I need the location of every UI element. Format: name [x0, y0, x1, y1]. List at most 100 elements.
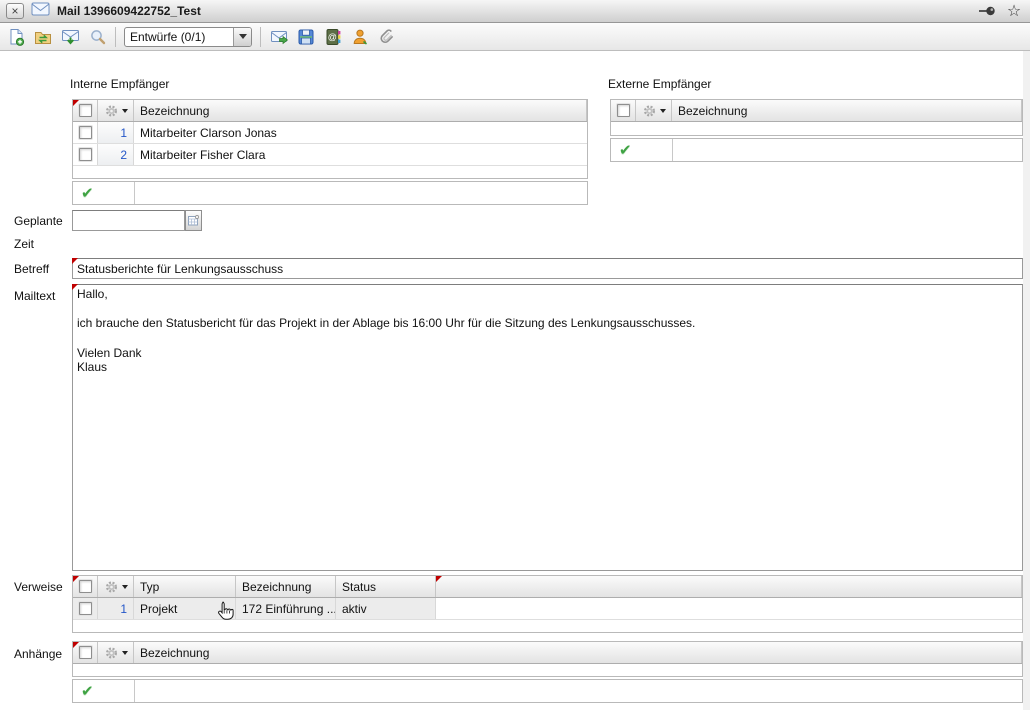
mail-window: × Mail 1396609422752_Test ☆ Entwürfe (0/… [0, 0, 1030, 710]
toolbar-separator [260, 26, 261, 47]
betreff-input[interactable] [72, 258, 1023, 279]
required-marker [73, 576, 79, 582]
row-checkbox[interactable] [73, 144, 98, 165]
pushpin-icon[interactable] [977, 2, 997, 20]
interne-add-row: ✔ [72, 181, 588, 205]
search-icon [90, 30, 105, 45]
folder-dropdown-value: Entwürfe (0/1) [130, 29, 206, 44]
table-row[interactable]: 2 Mitarbeiter Fisher Clara [73, 144, 587, 166]
toolbar-separator [115, 26, 116, 47]
betreff-label: Betreff [14, 262, 50, 276]
send-mail-button[interactable] [267, 25, 291, 49]
externe-grid-header: Bezeichnung [611, 100, 1022, 122]
chevron-down-icon [659, 108, 666, 113]
row-bezeichnung[interactable]: 172 Einführung ... [236, 598, 336, 619]
interne-empfaenger-label: Interne Empfänger [70, 77, 170, 91]
grid-actions-menu[interactable] [98, 642, 134, 663]
date-picker-button[interactable] [185, 210, 202, 231]
column-header-bezeichnung[interactable]: Bezeichnung [134, 100, 587, 121]
grid-actions-menu[interactable] [98, 576, 134, 597]
geplante-zeit-input[interactable] [72, 210, 185, 231]
column-header-typ[interactable]: Typ [134, 576, 236, 597]
externe-new-entry-input[interactable] [673, 139, 1022, 161]
externe-empfaenger-label: Externe Empfänger [608, 77, 712, 91]
sync-folder-button[interactable] [31, 25, 55, 49]
gear-icon [105, 580, 117, 593]
row-number: 2 [98, 144, 134, 165]
mouse-cursor-hand [216, 601, 235, 627]
title-bar: × Mail 1396609422752_Test ☆ [0, 0, 1030, 23]
row-number: 1 [98, 598, 134, 619]
confirm-add-button[interactable]: ✔ [73, 680, 135, 702]
column-header-bezeichnung[interactable]: Bezeichnung [672, 100, 1022, 121]
interne-grid-header: Bezeichnung [73, 100, 587, 122]
select-all-checkbox[interactable] [611, 100, 636, 121]
geplante-zeit-label-line2: Zeit [14, 237, 35, 251]
right-gutter [1023, 51, 1030, 710]
address-book-icon: @ [326, 28, 341, 45]
confirm-add-button[interactable]: ✔ [73, 182, 135, 204]
search-button[interactable] [85, 25, 109, 49]
mailtext-textarea[interactable]: Hallo, ich brauche den Statusbericht für… [72, 284, 1023, 571]
required-marker [73, 100, 79, 106]
close-icon[interactable]: × [6, 3, 24, 19]
anhaenge-grid: Bezeichnung [72, 641, 1023, 677]
chevron-down-icon[interactable] [233, 27, 251, 46]
user-button[interactable] [348, 25, 372, 49]
row-status[interactable]: aktiv [336, 598, 436, 619]
interne-empfaenger-grid: Bezeichnung 1 Mitarbeiter Clarson Jonas … [72, 99, 588, 179]
grid-actions-menu[interactable] [98, 100, 134, 121]
table-row[interactable]: 1 Mitarbeiter Clarson Jonas [73, 122, 587, 144]
new-mail-icon [10, 28, 25, 46]
save-button[interactable] [294, 25, 318, 49]
gear-icon [105, 104, 117, 117]
anhaenge-add-row: ✔ [72, 679, 1023, 703]
empty-row [611, 122, 1022, 135]
send-mail-icon [270, 30, 288, 44]
folder-dropdown[interactable]: Entwürfe (0/1) [124, 26, 252, 47]
confirm-add-button[interactable]: ✔ [611, 139, 673, 161]
favorite-star-icon[interactable]: ☆ [1004, 2, 1024, 20]
column-header-bezeichnung[interactable]: Bezeichnung [236, 576, 336, 597]
anhaenge-label: Anhänge [14, 647, 63, 661]
verweise-grid: Typ Bezeichnung Status 1 Projekt 172 Ein… [72, 575, 1023, 633]
attachment-icon [380, 28, 393, 43]
row-bezeichnung[interactable]: Mitarbeiter Clarson Jonas [134, 122, 587, 143]
row-filler [436, 598, 1022, 619]
required-marker [72, 284, 78, 290]
grid-actions-menu[interactable] [636, 100, 672, 121]
column-header-bezeichnung[interactable]: Bezeichnung [134, 642, 1022, 663]
interne-new-entry-input[interactable] [135, 182, 587, 204]
mail-icon [31, 2, 50, 21]
chevron-down-icon [121, 108, 128, 113]
window-title: Mail 1396609422752_Test [57, 4, 201, 18]
toolbar: Entwürfe (0/1) @ [0, 23, 1030, 51]
required-marker [73, 642, 79, 648]
geplante-zeit-label-line1: Geplante [14, 214, 63, 228]
check-icon: ✔ [619, 142, 632, 159]
column-header-status[interactable]: Status [336, 576, 436, 597]
chevron-down-icon [121, 650, 128, 655]
address-book-button[interactable]: @ [321, 25, 345, 49]
user-icon [353, 29, 368, 45]
sync-folder-icon [35, 31, 51, 44]
anhaenge-grid-header: Bezeichnung [73, 642, 1022, 664]
save-icon [298, 29, 314, 44]
fetch-mail-icon [61, 29, 79, 44]
mailtext-label: Mailtext [14, 289, 56, 303]
externe-add-row: ✔ [610, 138, 1023, 162]
row-number: 1 [98, 122, 134, 143]
empty-row [73, 664, 1022, 676]
required-marker [436, 576, 442, 582]
attachment-button[interactable] [375, 25, 399, 49]
chevron-down-icon [121, 584, 128, 589]
row-bezeichnung[interactable]: Mitarbeiter Fisher Clara [134, 144, 587, 165]
verweise-grid-header: Typ Bezeichnung Status [73, 576, 1022, 598]
row-checkbox[interactable] [73, 598, 98, 619]
fetch-mail-button[interactable] [58, 25, 82, 49]
anhaenge-new-entry-input[interactable] [135, 680, 1022, 702]
check-icon: ✔ [81, 185, 94, 202]
new-mail-button[interactable] [4, 25, 28, 49]
column-header-filler [436, 576, 1022, 597]
row-checkbox[interactable] [73, 122, 98, 143]
